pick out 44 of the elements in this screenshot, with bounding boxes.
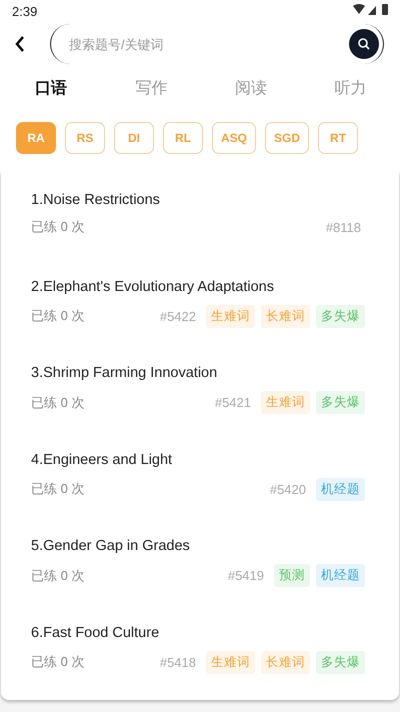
question-number: #5419 [228, 568, 264, 583]
search-button[interactable] [349, 29, 379, 59]
tag: 生难词 [261, 391, 310, 414]
question-number: #5422 [160, 308, 196, 324]
question-title[interactable]: 1.Noise Restrictions [31, 192, 365, 208]
question-number: #5420 [270, 482, 306, 496]
question-title[interactable]: 2.Elephant's Evolutionary Adaptations [31, 278, 365, 294]
filter-chip[interactable]: RS [65, 122, 105, 154]
question-number: #8118 [326, 220, 361, 234]
question-title[interactable]: 6.Fast Food Culture [31, 624, 365, 640]
tag: 多失爆 [316, 391, 365, 414]
tag: 长难词 [261, 650, 310, 674]
tag: 长难词 [261, 304, 310, 328]
practice-count: 已练 0 次 [31, 566, 86, 584]
question-title[interactable]: 3.Shrimp Farming Innovation [31, 365, 365, 381]
question-title[interactable]: 4.Engineers and Light [31, 452, 365, 468]
search-icon [357, 37, 371, 51]
tab[interactable]: 写作 [129, 74, 174, 108]
question-number: #5421 [214, 395, 251, 410]
status-time: 2:39 [12, 4, 38, 18]
practice-count: 已练 0 次 [31, 307, 86, 325]
tag: 预测 [274, 564, 310, 587]
back-icon[interactable] [14, 35, 26, 53]
tag: 机经题 [316, 478, 365, 500]
filter-chip[interactable]: SGD [265, 122, 310, 154]
tag: 机经题 [316, 564, 365, 587]
tab[interactable]: 阅读 [228, 74, 273, 108]
tab[interactable]: 听力 [328, 74, 372, 108]
question-title[interactable]: 5.Gender Gap in Grades [31, 538, 365, 554]
filter-chip[interactable]: RL [163, 122, 203, 154]
filter-chip[interactable]: DI [114, 122, 154, 154]
practice-count: 已练 0 次 [31, 394, 86, 412]
tag: 生难词 [206, 650, 255, 674]
filter-chip[interactable]: RA [16, 122, 56, 154]
filter-chip[interactable]: ASQ [212, 122, 256, 154]
question-number: #5418 [160, 654, 196, 670]
tab[interactable]: 口语 [28, 74, 74, 108]
filter-chip[interactable]: RT [318, 122, 358, 154]
tag: 生难词 [206, 304, 255, 328]
tag: 多失爆 [316, 650, 365, 674]
tag: 多失爆 [316, 304, 365, 328]
practice-count: 已练 0 次 [31, 218, 86, 236]
practice-count: 已练 0 次 [31, 480, 86, 498]
practice-count: 已练 0 次 [31, 653, 86, 671]
